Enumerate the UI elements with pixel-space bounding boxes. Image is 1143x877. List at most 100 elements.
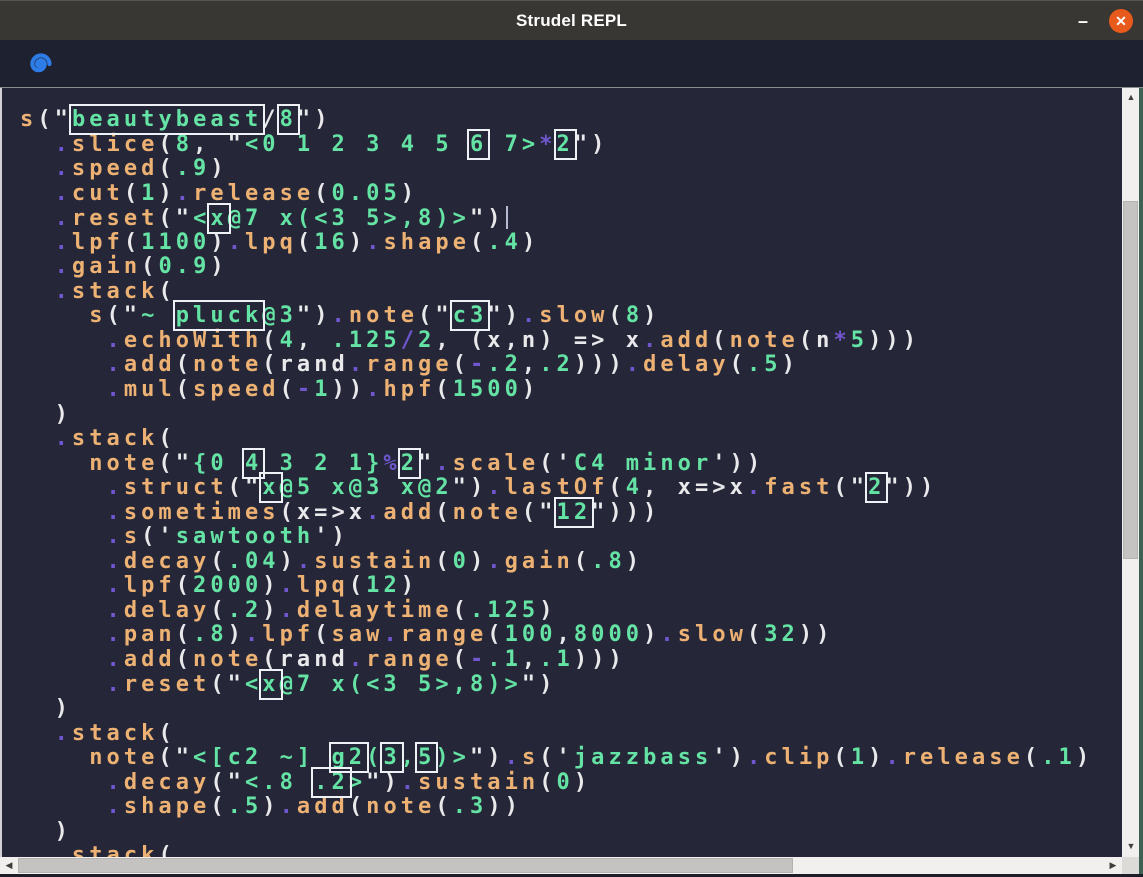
code-token: slice bbox=[72, 132, 159, 157]
code-line: .lpf(1100).lpq(16).shape(.4) bbox=[20, 231, 1120, 256]
code-token: ( bbox=[158, 843, 175, 857]
active-token: x bbox=[262, 475, 279, 500]
code-token: ") bbox=[574, 132, 609, 157]
code-token: . bbox=[885, 745, 902, 770]
code-token: lpf bbox=[72, 230, 124, 255]
code-token: ") bbox=[453, 475, 488, 500]
code-token: ( bbox=[712, 328, 729, 353]
code-token: ( bbox=[280, 500, 297, 525]
code-token: range bbox=[401, 622, 488, 647]
code-token: . bbox=[107, 328, 124, 353]
scroll-right-icon[interactable]: ▶ bbox=[1107, 861, 1119, 871]
strudel-logo-icon[interactable] bbox=[20, 45, 58, 83]
code-area[interactable]: s("beautybeast/8").slice(8, "<0 1 2 3 4 … bbox=[2, 88, 1120, 857]
code-token: , bbox=[297, 328, 332, 353]
active-token: x bbox=[262, 672, 279, 697]
code-token: , (x,n) => x bbox=[435, 328, 643, 353]
close-button[interactable]: ✕ bbox=[1109, 9, 1133, 33]
titlebar-buttons: – ✕ bbox=[1071, 1, 1133, 41]
code-token: 0.05 bbox=[332, 181, 401, 206]
horizontal-scrollbar[interactable]: ◀ ▶ bbox=[0, 857, 1122, 874]
code-token: ) bbox=[262, 573, 279, 598]
scroll-down-icon[interactable]: ▼ bbox=[1125, 842, 1137, 852]
code-token: ( bbox=[314, 181, 331, 206]
code-token: sustain bbox=[314, 549, 435, 574]
code-token: ) bbox=[626, 549, 643, 574]
code-token: lastOf bbox=[505, 475, 609, 500]
code-line: .reset("<x@7 x(<3 5>,8)>") bbox=[20, 673, 1120, 698]
code-token: / bbox=[262, 107, 279, 132]
code-token: ) bbox=[401, 573, 418, 598]
code-token: . bbox=[55, 206, 72, 231]
code-token: ) bbox=[210, 230, 227, 255]
code-token: (" bbox=[107, 303, 142, 328]
code-token: ( bbox=[574, 549, 591, 574]
code-token: 8 bbox=[626, 303, 643, 328]
code-token: ) bbox=[349, 230, 366, 255]
code-token: ) bbox=[539, 598, 556, 623]
code-token: , x=>x bbox=[643, 475, 747, 500]
scroll-up-icon[interactable]: ▲ bbox=[1125, 93, 1137, 103]
code-token: {0 bbox=[193, 451, 245, 476]
code-token: ( bbox=[470, 230, 487, 255]
code-token: - bbox=[470, 352, 487, 377]
vertical-scrollbar[interactable]: ▲ ▼ bbox=[1122, 88, 1139, 857]
code-token: struct bbox=[124, 475, 228, 500]
code-token: release bbox=[193, 181, 314, 206]
minimize-button[interactable]: – bbox=[1071, 9, 1095, 33]
code-line: .struct("x@5 x@3 x@2").lastOf(4, x=>x.fa… bbox=[20, 476, 1120, 501]
horizontal-scrollbar-thumb[interactable] bbox=[18, 858, 793, 873]
code-token: lpf bbox=[262, 622, 314, 647]
code-token: ') bbox=[314, 524, 349, 549]
code-token: .2 bbox=[539, 352, 574, 377]
code-token: 4 bbox=[280, 328, 297, 353]
code-token: . bbox=[107, 598, 124, 623]
code-token: .5 bbox=[747, 352, 782, 377]
vertical-scrollbar-thumb[interactable] bbox=[1123, 201, 1138, 559]
code-token: , bbox=[401, 745, 418, 770]
code-token: pan bbox=[124, 622, 176, 647]
scrollbar-corner bbox=[1122, 857, 1139, 874]
code-token: x=>x bbox=[297, 500, 366, 525]
code-token: range bbox=[366, 352, 453, 377]
code-token: ( bbox=[453, 647, 470, 672]
code-token: .2 bbox=[228, 598, 263, 623]
code-token: shape bbox=[124, 794, 211, 819]
code-token: sustain bbox=[418, 770, 539, 795]
code-token: (" bbox=[158, 206, 193, 231]
scroll-left-icon[interactable]: ◀ bbox=[3, 861, 15, 871]
active-token: g2 bbox=[332, 745, 367, 770]
code-token: . bbox=[107, 672, 124, 697]
code-token: ( bbox=[453, 352, 470, 377]
code-line: .decay(.04).sustain(0).gain(.8) bbox=[20, 550, 1120, 575]
code-token: ) bbox=[158, 181, 175, 206]
code-token: % bbox=[383, 451, 400, 476]
code-token: .1 bbox=[539, 647, 574, 672]
active-token: c3 bbox=[453, 303, 488, 328]
code-token: 1 bbox=[314, 377, 331, 402]
code-editor[interactable]: s("beautybeast/8").slice(8, "<0 1 2 3 4 … bbox=[0, 88, 1122, 857]
code-line: ) bbox=[20, 820, 1120, 845]
code-token: . bbox=[522, 303, 539, 328]
code-token: . bbox=[401, 770, 418, 795]
code-token: delay bbox=[643, 352, 730, 377]
code-token: )) bbox=[487, 794, 522, 819]
active-token: pluck bbox=[176, 303, 263, 328]
code-token: . bbox=[349, 647, 366, 672]
code-token: . bbox=[107, 352, 124, 377]
code-token: note bbox=[453, 500, 522, 525]
code-token: (" bbox=[37, 107, 72, 132]
code-token: s bbox=[20, 107, 37, 132]
code-token: ) bbox=[747, 451, 764, 476]
code-token: stack bbox=[72, 426, 159, 451]
code-token: ") bbox=[470, 206, 505, 231]
code-token: ( bbox=[176, 573, 193, 598]
code-token: . bbox=[366, 230, 383, 255]
code-token: stack bbox=[72, 279, 159, 304]
code-token: "))) bbox=[591, 500, 660, 525]
code-token: . bbox=[349, 352, 366, 377]
code-token: (" bbox=[158, 745, 193, 770]
code-token: . bbox=[747, 475, 764, 500]
code-token: 2 bbox=[418, 328, 435, 353]
text-cursor bbox=[506, 206, 508, 229]
